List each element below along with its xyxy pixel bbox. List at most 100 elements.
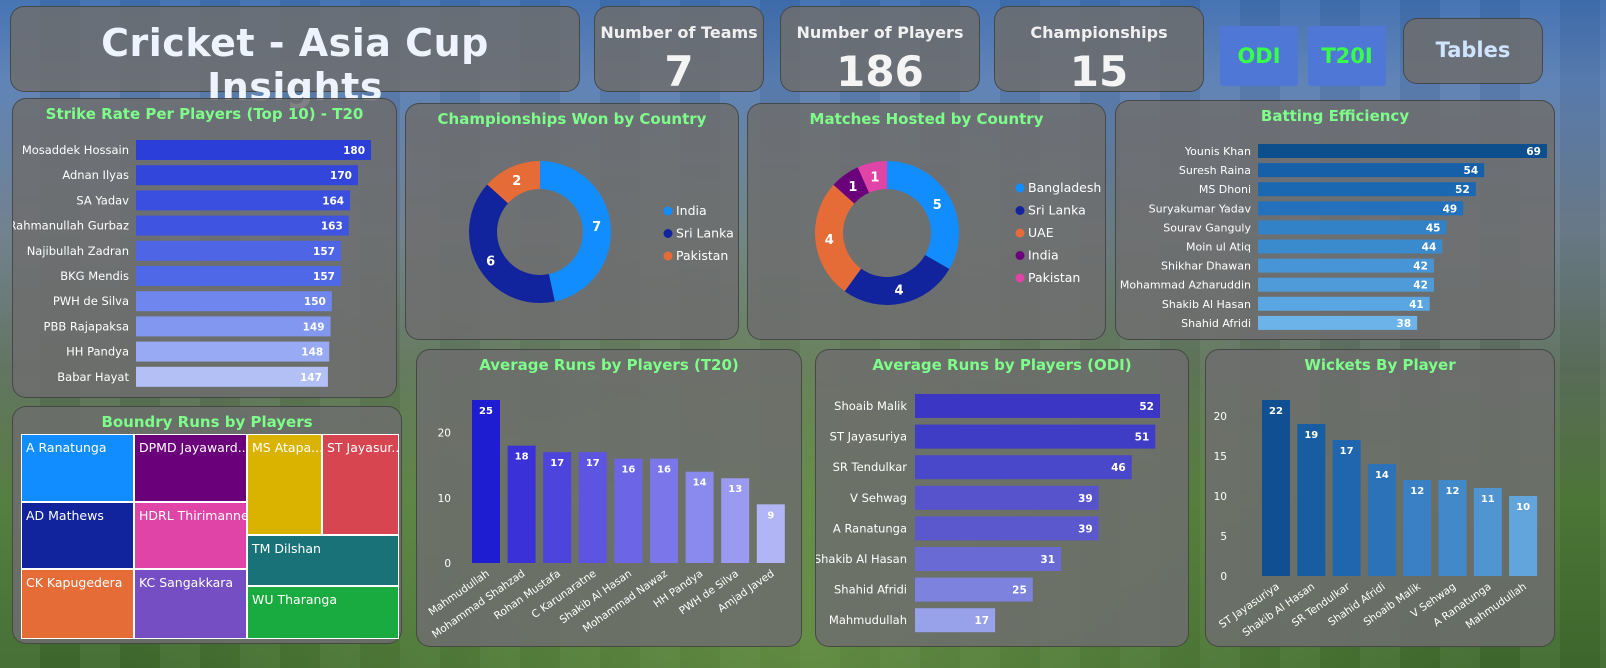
data-label: 157 — [313, 246, 335, 258]
category-label: Mahmudullah — [829, 613, 907, 627]
data-label: 51 — [1135, 432, 1150, 444]
data-label: 19 — [1304, 430, 1318, 441]
boundary-runs-title: Boundry Runs by Players — [101, 413, 313, 431]
category-label: Shoaib Malik — [834, 399, 907, 413]
treemap-cell: TM Dilshan — [247, 535, 399, 586]
bar — [915, 424, 1156, 449]
data-label: 42 — [1413, 261, 1428, 273]
legend-label: Pakistan — [1028, 270, 1080, 285]
bar — [472, 400, 500, 563]
data-label: 12 — [1410, 486, 1424, 497]
championships-won-panel: Championships Won by Country 7 6 2 India Sri… — [405, 103, 739, 340]
y-tick-label: 0 — [444, 558, 451, 570]
data-label: 147 — [300, 372, 322, 384]
data-label: 17 — [586, 458, 600, 469]
data-label: 149 — [303, 321, 325, 333]
donut-slice — [469, 184, 555, 303]
odi-button[interactable]: ODI — [1220, 26, 1298, 86]
y-tick-label: 10 — [438, 493, 451, 505]
wickets-chart: 05101520 22ST Jayasuriya19Shakib Al Hasan… — [1214, 400, 1538, 639]
data-label: 150 — [304, 296, 326, 308]
y-tick-label: 0 — [1220, 571, 1227, 583]
bar — [1258, 277, 1434, 292]
bar — [1258, 258, 1434, 273]
bar — [915, 455, 1132, 480]
category-label: Najibullah Zadran — [27, 244, 129, 258]
bar — [1258, 239, 1443, 254]
bar — [1332, 440, 1361, 576]
category-label: Babar Hayat — [57, 370, 129, 384]
y-tick-label: 20 — [1214, 411, 1227, 423]
legend-marker — [663, 206, 673, 216]
data-label: 17 — [550, 458, 564, 469]
data-label: 163 — [321, 221, 343, 233]
data-label: 14 — [1375, 470, 1389, 481]
data-label: 52 — [1139, 401, 1154, 413]
bar — [1258, 296, 1430, 311]
category-label: Mosaddek Hossain — [22, 143, 129, 157]
slice-label: 7 — [592, 220, 601, 235]
category-label: Shahid Afridi — [1181, 317, 1251, 330]
kpi-teams-value: 7 — [664, 47, 694, 96]
data-label: 10 — [1516, 502, 1530, 513]
category-label: MS Dhoni — [1199, 183, 1251, 196]
kpi-championships: Championships 15 — [994, 6, 1204, 96]
kpi-players-label: Number of Players — [796, 23, 964, 42]
bar — [136, 291, 332, 312]
y-tick-label: 10 — [1214, 491, 1227, 503]
category-label: SR Tendulkar — [833, 460, 908, 474]
championships-won-chart: 7 6 2 India Sri Lanka Pakistan — [469, 161, 734, 303]
data-label: 41 — [1409, 299, 1424, 311]
category-label: Moin ul Atiq — [1186, 241, 1251, 254]
data-label: 25 — [1012, 585, 1027, 597]
kpi-players-value: 186 — [836, 47, 924, 96]
bar — [136, 316, 331, 337]
legend-label: Pakistan — [676, 248, 728, 263]
data-label: 16 — [657, 465, 671, 476]
bar — [1258, 201, 1464, 216]
data-label: 22 — [1269, 406, 1283, 417]
category-label: Suryakumar Yadav — [1149, 202, 1252, 215]
bar — [136, 215, 349, 236]
bar — [136, 341, 330, 362]
kpi-teams-label: Number of Teams — [600, 23, 758, 42]
treemap-cell: HDRL Thirimanne — [134, 502, 247, 569]
bar — [1258, 144, 1547, 158]
category-label: Mohammad Azharuddin — [1120, 279, 1251, 292]
category-label: Sourav Ganguly — [1163, 221, 1251, 234]
tables-button[interactable]: Tables — [1403, 18, 1543, 84]
avg-runs-odi-panel: Average Runs by Players (ODI) Shoaib Mal… — [815, 349, 1189, 647]
slice-label: 1 — [870, 170, 879, 185]
data-label: 180 — [343, 145, 365, 157]
legend-marker — [1015, 228, 1025, 238]
treemap-cell: WU Tharanga — [247, 586, 399, 639]
legend-marker — [1015, 251, 1025, 260]
data-label: 44 — [1422, 242, 1437, 254]
category-label: HH Pandya — [66, 345, 129, 359]
kpi-championships-label: Championships — [1030, 23, 1168, 42]
treemap-cell: DPMD Jayaward... — [134, 434, 247, 502]
data-label: 17 — [974, 615, 989, 627]
bar — [915, 394, 1160, 418]
slice-label: 2 — [512, 174, 521, 189]
data-label: 38 — [1397, 318, 1412, 330]
t20i-button[interactable]: T20I — [1308, 26, 1386, 86]
legend-label: UAE — [1028, 225, 1054, 240]
category-label: Shakib Al Hasan — [816, 552, 907, 566]
bar — [1258, 182, 1476, 197]
legend-marker — [663, 251, 673, 261]
boundary-runs-panel: Boundry Runs by Players A Ranatunga DPMD … — [12, 406, 402, 644]
kpi-championships-value: 15 — [1069, 47, 1129, 96]
category-label: Suresh Raina — [1179, 164, 1251, 177]
legend-label: Sri Lanka — [676, 226, 734, 241]
treemap-cell: MS Atapa... — [247, 434, 322, 535]
data-label: 25 — [479, 406, 493, 417]
data-label: 16 — [621, 465, 635, 476]
legend-label: Sri Lanka — [1028, 203, 1086, 218]
matches-hosted-chart: 5 4 4 11 Bangladesh Sri Lanka UAE India Pakistan — [815, 161, 1101, 305]
data-label: 13 — [728, 484, 742, 495]
bar — [136, 165, 358, 186]
data-label: 12 — [1446, 486, 1460, 497]
data-label: 17 — [1340, 446, 1354, 457]
category-label: Shahid Afridi — [834, 583, 907, 597]
